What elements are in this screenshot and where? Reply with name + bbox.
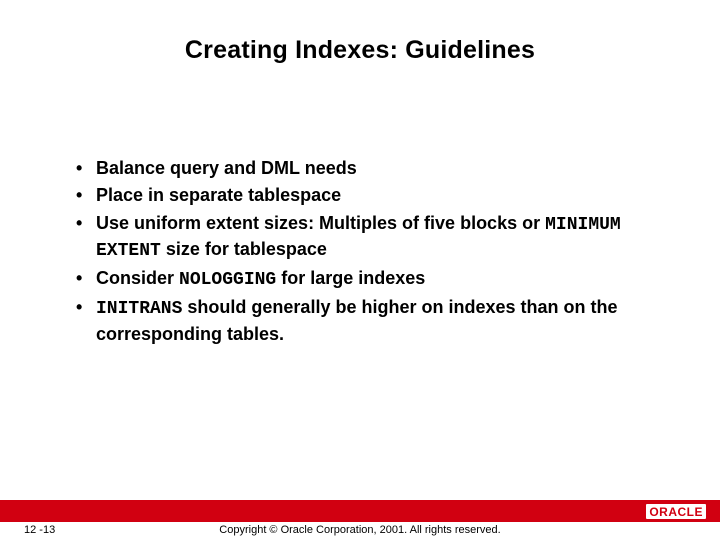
footer-bar: ORACLE — [0, 500, 720, 522]
bullet-text: Use uniform extent sizes: Multiples of f… — [96, 213, 545, 233]
copyright-text: Copyright © Oracle Corporation, 2001. Al… — [0, 524, 720, 536]
slide-title: Creating Indexes: Guidelines — [0, 0, 720, 65]
oracle-logo: ORACLE — [646, 502, 706, 520]
bullet-item: Balance query and DML needs — [72, 156, 660, 180]
code-text: NOLOGGING — [179, 270, 276, 290]
slide-body: Balance query and DML needs Place in sep… — [72, 156, 660, 349]
bullet-text: Balance query and DML needs — [96, 158, 357, 178]
bullet-item: Consider NOLOGGING for large indexes — [72, 266, 660, 292]
bullet-list: Balance query and DML needs Place in sep… — [72, 156, 660, 346]
code-text: INITRANS — [96, 299, 182, 319]
slide: Creating Indexes: Guidelines Balance que… — [0, 0, 720, 540]
bullet-text: for large indexes — [276, 268, 425, 288]
oracle-logo-text: ORACLE — [646, 504, 706, 519]
bullet-text: Place in separate tablespace — [96, 185, 341, 205]
bullet-item: Use uniform extent sizes: Multiples of f… — [72, 211, 660, 264]
bullet-text: Consider — [96, 268, 179, 288]
bullet-item: INITRANS should generally be higher on i… — [72, 295, 660, 346]
footer: ORACLE 12 -13 Copyright © Oracle Corpora… — [0, 500, 720, 540]
bullet-text: size for tablespace — [161, 239, 327, 259]
bullet-item: Place in separate tablespace — [72, 183, 660, 207]
